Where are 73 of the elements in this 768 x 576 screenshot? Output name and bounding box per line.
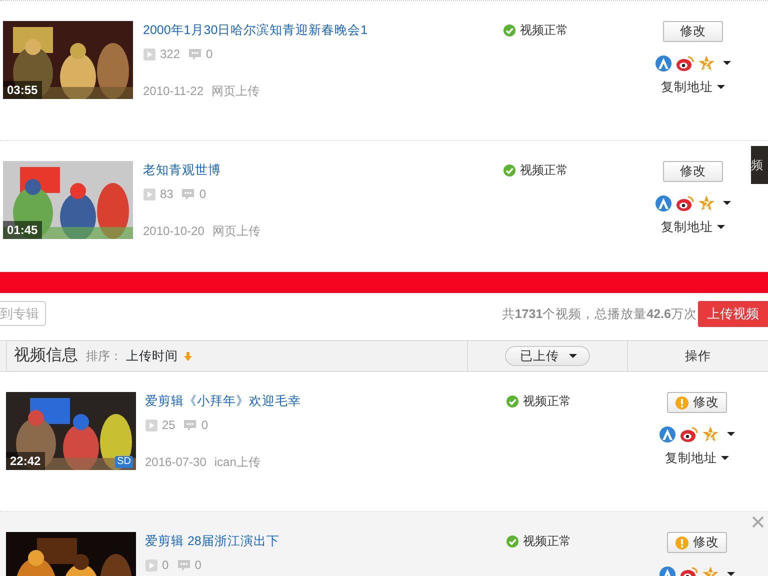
copy-address-button[interactable]: 复制地址 bbox=[661, 219, 725, 235]
play-icon bbox=[145, 418, 158, 432]
sort-button[interactable]: 上传时间 bbox=[126, 346, 192, 366]
video-title-link[interactable]: 2000年1月30日哈尔滨知青迎新春晚会1 bbox=[143, 22, 368, 38]
copy-address-button[interactable]: 复制地址 bbox=[661, 79, 725, 95]
video-title-link[interactable]: 爱剪辑 28届浙江演出下 bbox=[145, 533, 280, 549]
share-icon bbox=[655, 195, 672, 212]
edit-button[interactable]: 修改 bbox=[663, 21, 723, 42]
upload-video-button[interactable]: 上传视频 bbox=[698, 301, 768, 327]
side-tab[interactable]: 频 bbox=[751, 146, 768, 184]
play-count: 0 bbox=[162, 557, 169, 573]
edit-button[interactable]: 修改 bbox=[667, 532, 727, 553]
video-duration: 22:42 bbox=[6, 452, 45, 470]
caret-icon bbox=[717, 85, 725, 89]
play-count: 25 bbox=[162, 417, 176, 433]
comment-icon bbox=[181, 188, 196, 200]
warning-icon bbox=[675, 536, 689, 550]
caret-icon bbox=[723, 61, 731, 66]
play-icon bbox=[143, 188, 156, 200]
eye-icon bbox=[676, 195, 694, 212]
video-title-link[interactable]: 老知青观世博 bbox=[143, 162, 221, 178]
comment-count: 0 bbox=[206, 46, 213, 62]
video-duration: 03:55 bbox=[3, 81, 42, 99]
comment-icon bbox=[188, 48, 202, 60]
upload-date: 2010-11-22 bbox=[143, 84, 204, 98]
video-status: 视频正常 bbox=[520, 162, 568, 178]
upload-source: ican上传 bbox=[214, 455, 260, 469]
caret-icon bbox=[723, 201, 731, 206]
comment-icon bbox=[183, 418, 198, 432]
play-icon bbox=[145, 558, 158, 572]
upload-source: 网页上传 bbox=[212, 84, 260, 98]
video-title-link[interactable]: 爱剪辑《小拜年》欢迎毛幸 bbox=[145, 393, 301, 409]
comment-count: 0 bbox=[201, 417, 208, 433]
edit-button[interactable]: 修改 bbox=[663, 161, 723, 182]
play-count: 322 bbox=[160, 46, 180, 62]
video-status: 视频正常 bbox=[520, 22, 568, 38]
warning-icon bbox=[675, 396, 689, 410]
copy-address-button[interactable]: 复制地址 bbox=[665, 450, 729, 466]
eye-icon bbox=[680, 426, 698, 443]
upload-date: 2016-07-30 bbox=[145, 455, 206, 469]
star-icon bbox=[702, 426, 719, 443]
check-icon bbox=[503, 164, 516, 176]
eye-icon bbox=[676, 55, 694, 72]
upload-date: 2010-10-20 bbox=[143, 224, 204, 238]
play-count: 83 bbox=[160, 186, 174, 202]
column-header: 视频信息 bbox=[14, 346, 78, 366]
caret-icon bbox=[727, 432, 735, 436]
share-icon bbox=[659, 426, 676, 443]
caret-icon bbox=[721, 456, 729, 460]
sort-arrow-icon bbox=[184, 352, 192, 360]
video-status: 视频正常 bbox=[523, 393, 571, 409]
star-icon bbox=[698, 55, 715, 72]
play-icon bbox=[143, 48, 156, 60]
video-status: 视频正常 bbox=[523, 533, 571, 549]
share-icon bbox=[655, 55, 672, 72]
comment-count: 0 bbox=[199, 186, 206, 202]
video-summary: 共1731个视频，总播放量42.6万次 bbox=[502, 306, 697, 323]
upload-source: 网页上传 bbox=[212, 224, 260, 238]
check-icon bbox=[503, 24, 516, 36]
check-icon bbox=[506, 394, 519, 408]
sort-label: 排序： bbox=[86, 348, 122, 365]
check-icon bbox=[506, 534, 519, 548]
comment-icon bbox=[176, 558, 191, 572]
caret-icon bbox=[727, 572, 735, 576]
status-filter-dropdown[interactable]: 已上传 bbox=[505, 346, 590, 366]
caret-icon bbox=[717, 225, 725, 229]
star-icon bbox=[698, 195, 715, 212]
quality-badge: SD bbox=[115, 456, 133, 468]
video-duration: 01:45 bbox=[3, 221, 42, 239]
edit-button[interactable]: 修改 bbox=[667, 392, 727, 413]
column-header: 操作 bbox=[685, 348, 711, 365]
caret-icon bbox=[569, 354, 577, 358]
comment-count: 0 bbox=[194, 557, 202, 573]
